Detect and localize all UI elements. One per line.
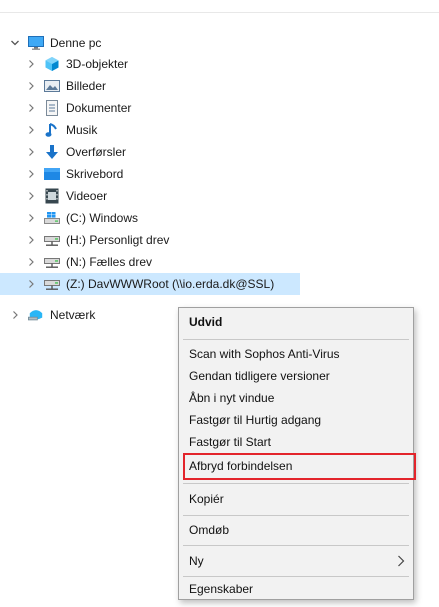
chevron-right-icon[interactable] — [24, 189, 38, 203]
network-icon — [28, 307, 44, 323]
menu-item-rename[interactable]: Omdøb — [179, 519, 413, 541]
menu-item-copy[interactable]: Kopiér — [179, 488, 413, 510]
chevron-right-icon[interactable] — [8, 308, 22, 322]
chevron-right-icon[interactable] — [24, 211, 38, 225]
menu-item-scan-sophos[interactable]: Scan with Sophos Anti-Virus — [179, 343, 413, 365]
tree-item-documents[interactable]: Dokumenter — [24, 97, 131, 119]
windows-drive-icon — [44, 210, 60, 226]
downloads-icon — [44, 144, 60, 160]
tree-item-label: Skrivebord — [66, 167, 124, 181]
tree-item-label: Billeder — [66, 79, 107, 93]
menu-item-expand[interactable]: Udvid — [179, 311, 413, 333]
tree-item-downloads[interactable]: Overførsler — [24, 141, 126, 163]
tree-item-label: (N:) Fælles drev — [66, 255, 153, 269]
chevron-right-icon[interactable] — [24, 233, 38, 247]
tree-item-label: Netværk — [50, 308, 96, 322]
tree-item-label: Overførsler — [66, 145, 126, 159]
highlight-box — [183, 453, 416, 480]
menu-item-pin-quick-access[interactable]: Fastgør til Hurtig adgang — [179, 409, 413, 431]
menu-item-restore-versions[interactable]: Gendan tidligere versioner — [179, 365, 413, 387]
menu-item-properties[interactable]: Egenskaber — [179, 578, 413, 600]
chevron-right-icon[interactable] — [24, 167, 38, 181]
tree-item-label: Musik — [66, 123, 98, 137]
chevron-down-icon[interactable] — [8, 36, 22, 50]
tree-item-drive-n[interactable]: (N:) Fælles drev — [24, 251, 152, 273]
documents-icon — [44, 100, 60, 116]
tree-item-label: Denne pc — [50, 36, 102, 50]
monitor-icon — [28, 35, 44, 51]
chevron-right-icon[interactable] — [24, 57, 38, 71]
tree-item-label: (Z:) DavWWWRoot (\\io.erda.dk@SSL) — [66, 277, 275, 291]
menu-item-open-new-window[interactable]: Åbn i nyt vindue — [179, 387, 413, 409]
menu-item-pin-start[interactable]: Fastgør til Start — [179, 431, 413, 453]
top-divider — [0, 12, 439, 13]
tree-item-videos[interactable]: Videoer — [24, 185, 107, 207]
tree-item-network[interactable]: Netværk — [8, 304, 95, 326]
chevron-right-icon[interactable] — [24, 101, 38, 115]
desktop-icon — [44, 166, 60, 182]
tree-item-desktop[interactable]: Skrivebord — [24, 163, 123, 185]
3d-objects-icon — [44, 56, 60, 72]
tree-item-drive-z[interactable]: (Z:) DavWWWRoot (\\io.erda.dk@SSL) — [0, 273, 300, 295]
tree-item-label: (C:) Windows — [66, 211, 139, 225]
tree-item-drive-c[interactable]: (C:) Windows — [24, 207, 138, 229]
chevron-right-icon[interactable] — [24, 277, 38, 291]
tree-item-music[interactable]: Musik — [24, 119, 97, 141]
network-drive-icon — [44, 232, 60, 248]
pictures-icon — [44, 78, 60, 94]
network-drive-icon — [44, 276, 60, 292]
menu-separator — [183, 515, 409, 516]
tree-item-label: Dokumenter — [66, 101, 132, 115]
network-drive-icon — [44, 254, 60, 270]
tree-item-pictures[interactable]: Billeder — [24, 75, 106, 97]
chevron-right-icon[interactable] — [24, 79, 38, 93]
tree-item-3d-objects[interactable]: 3D-objekter — [24, 53, 128, 75]
tree-item-drive-h[interactable]: (H:) Personligt drev — [24, 229, 169, 251]
tree-item-this-pc[interactable]: Denne pc — [8, 32, 101, 54]
tree-item-label: (H:) Personligt drev — [66, 233, 170, 247]
chevron-right-icon[interactable] — [24, 123, 38, 137]
menu-separator — [183, 339, 409, 340]
tree-item-label: Videoer — [66, 189, 108, 203]
chevron-right-icon[interactable] — [24, 145, 38, 159]
music-icon — [44, 122, 60, 138]
tree-item-label: 3D-objekter — [66, 57, 129, 71]
videos-icon — [44, 188, 60, 204]
menu-separator — [183, 576, 409, 577]
menu-separator — [183, 483, 409, 484]
chevron-right-icon — [397, 555, 405, 570]
menu-item-new-label: Ny — [189, 554, 204, 568]
menu-item-new[interactable]: Ny — [179, 550, 413, 572]
chevron-right-icon[interactable] — [24, 255, 38, 269]
menu-separator — [183, 545, 409, 546]
